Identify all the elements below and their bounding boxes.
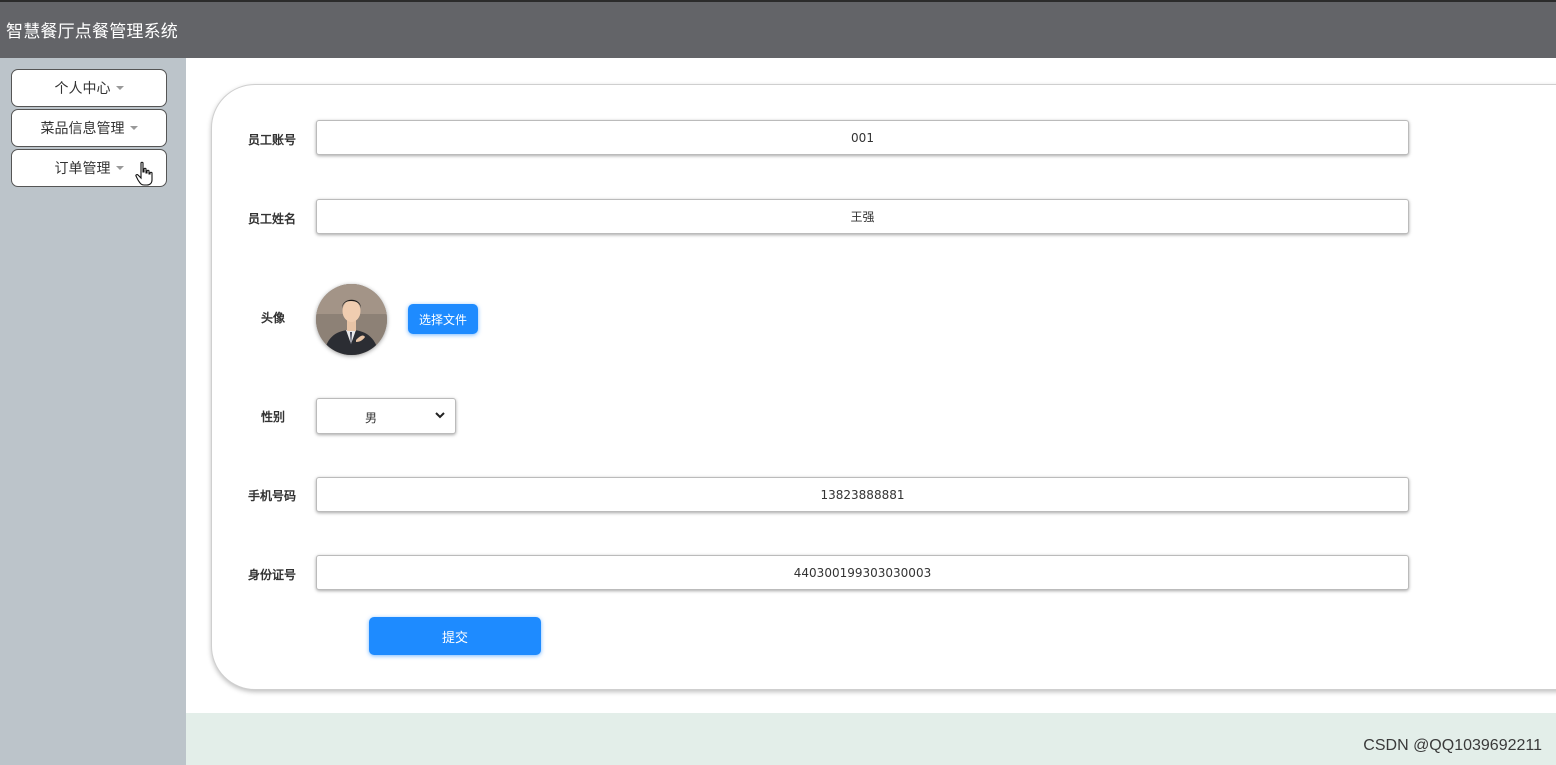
gender-value: 男 bbox=[364, 411, 377, 425]
name-value: 王强 bbox=[850, 210, 875, 224]
app-title: 智慧餐厅点餐管理系统 bbox=[6, 22, 178, 42]
phone-label: 手机号码 bbox=[248, 489, 297, 503]
id-number-field[interactable]: 440300199303030003 bbox=[316, 555, 1409, 590]
phone-value: 13823888881 bbox=[820, 487, 905, 502]
sidebar-item-label: 订单管理 bbox=[54, 161, 111, 177]
id-number-value: 440300199303030003 bbox=[793, 565, 932, 580]
submit-button[interactable]: 提交 bbox=[369, 617, 541, 655]
caret-down-icon bbox=[115, 166, 124, 170]
account-field[interactable]: 001 bbox=[316, 120, 1409, 155]
hand-cursor-icon bbox=[135, 161, 153, 186]
account-label: 员工账号 bbox=[248, 133, 297, 147]
sidebar-item-dish-management[interactable]: 菜品信息管理 bbox=[11, 109, 167, 147]
watermark: CSDN @QQ1039692211 bbox=[1363, 737, 1542, 754]
gender-select[interactable]: 男 bbox=[316, 398, 456, 434]
top-bar: 智慧餐厅点餐管理系统 bbox=[0, 0, 1556, 58]
name-field[interactable]: 王强 bbox=[316, 199, 1409, 234]
avatar bbox=[316, 284, 387, 355]
sidebar-item-label: 菜品信息管理 bbox=[40, 121, 125, 137]
account-value: 001 bbox=[851, 130, 874, 145]
sidebar-item-personal-center[interactable]: 个人中心 bbox=[11, 69, 167, 107]
avatar-portrait-icon bbox=[316, 284, 387, 355]
caret-down-icon bbox=[115, 86, 124, 90]
gender-label: 性别 bbox=[260, 410, 285, 424]
profile-form-card bbox=[211, 84, 1556, 690]
caret-down-icon bbox=[129, 126, 138, 130]
choose-file-button[interactable]: 选择文件 bbox=[408, 304, 478, 334]
name-label: 员工姓名 bbox=[248, 212, 297, 226]
avatar-label: 头像 bbox=[260, 311, 285, 325]
sidebar-item-label: 个人中心 bbox=[54, 81, 111, 97]
footer-band bbox=[186, 713, 1556, 765]
chevron-down-icon bbox=[435, 412, 445, 419]
phone-field[interactable]: 13823888881 bbox=[316, 477, 1409, 512]
id-number-label: 身份证号 bbox=[248, 568, 297, 582]
